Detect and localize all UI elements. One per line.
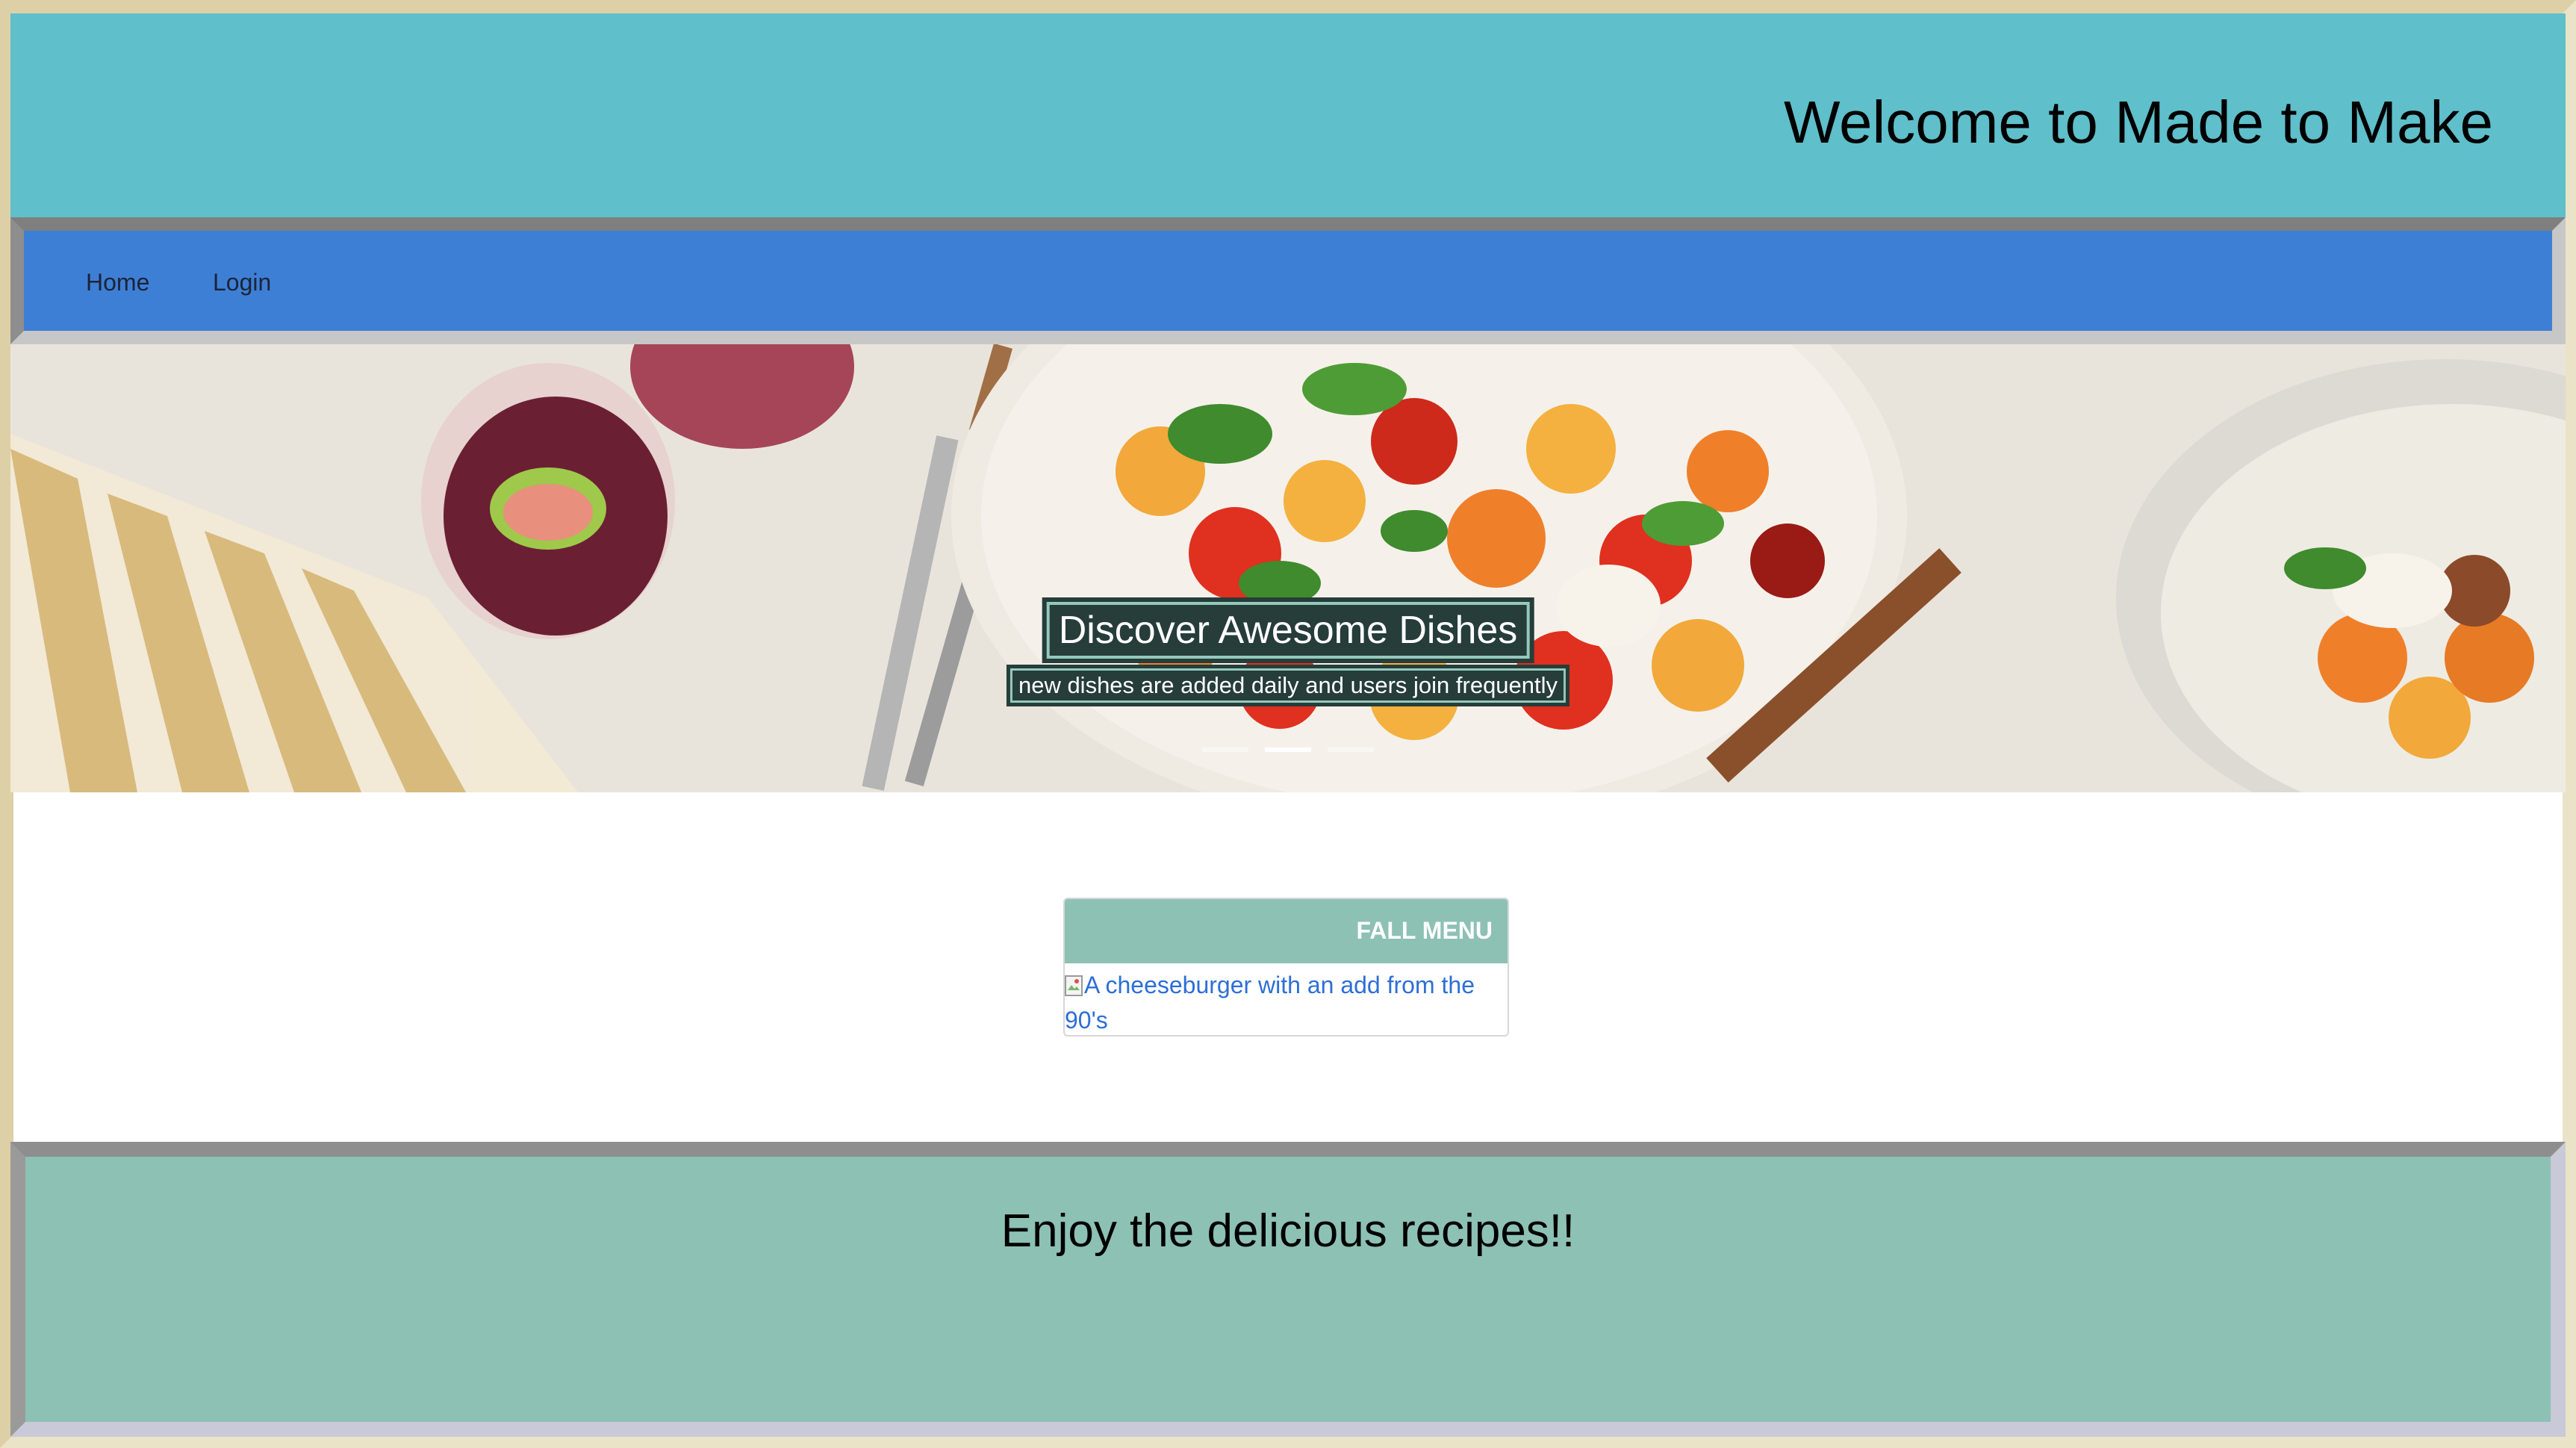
- carousel-indicators: [1202, 748, 1374, 752]
- site-footer: Enjoy the delicious recipes!!: [10, 1142, 2566, 1437]
- navbar: Home Login: [10, 217, 2566, 344]
- nav-link-home[interactable]: Home: [86, 269, 149, 296]
- carousel-indicator-1[interactable]: [1202, 748, 1248, 752]
- navbar-inner: Home Login: [34, 240, 2542, 321]
- site-title: Welcome to Made to Make: [1783, 89, 2493, 155]
- fall-menu-card: FALL MENU A cheeseburger with an add fro…: [1063, 898, 1509, 1037]
- hero-food-image: [10, 344, 2566, 792]
- card-header: FALL MENU: [1065, 899, 1508, 963]
- site-header: Welcome to Made to Make: [10, 13, 2566, 217]
- card-image-link[interactable]: A cheeseburger with an add from the 90's: [1065, 968, 1508, 1035]
- broken-image-icon: [1065, 975, 1083, 996]
- card-header-title: FALL MENU: [1356, 917, 1493, 944]
- carousel-caption-subtitle: new dishes are added daily and users joi…: [1006, 665, 1570, 706]
- card-image-alt-text: A cheeseburger with an add from the 90's: [1065, 972, 1475, 1034]
- hero-carousel[interactable]: Discover Awesome Dishes new dishes are a…: [10, 344, 2566, 792]
- nav-link-login[interactable]: Login: [213, 269, 271, 296]
- carousel-indicator-2[interactable]: [1265, 748, 1311, 752]
- carousel-caption-title: Discover Awesome Dishes: [1042, 597, 1534, 663]
- footer-message: Enjoy the delicious recipes!!: [1001, 1205, 1575, 1257]
- carousel-indicator-3[interactable]: [1328, 748, 1374, 752]
